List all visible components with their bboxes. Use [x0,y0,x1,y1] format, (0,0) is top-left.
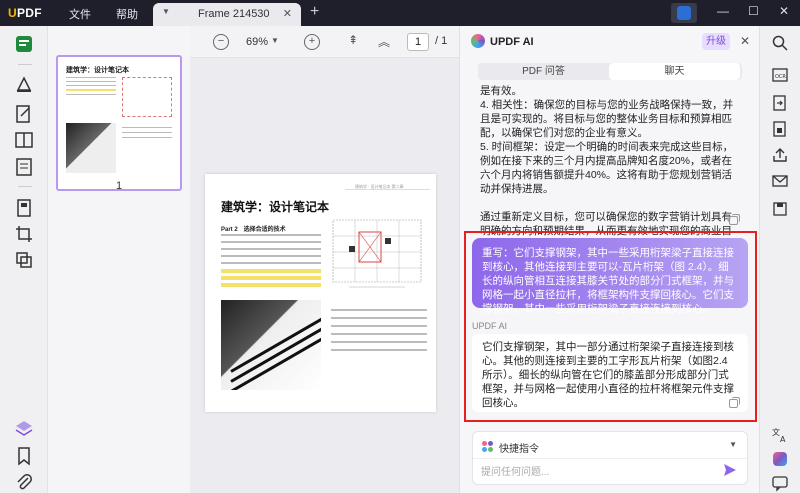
send-icon[interactable] [723,463,737,477]
new-tab-icon[interactable]: + [310,3,319,21]
view-toolbar: − 69% ▼ + ⇞ ︽ 1 / 1 [190,26,459,58]
left-toolbar [0,26,48,493]
svg-text:文: 文 [772,427,780,437]
zoom-in-button[interactable]: + [304,34,320,50]
page-text-block-2 [331,309,427,357]
ai-panel-header: UPDF AI 升级 ✕ [460,26,760,58]
zoom-dropdown-icon[interactable]: ▼ [271,36,279,45]
prompt-box: 快捷指令 ▼ [472,431,749,485]
maximize-icon[interactable]: ☐ [748,4,759,18]
previous-ai-response: 是有效。 4. 相关性：确保您的目标与您的业务战略保持一致，并且是可实现的。将目… [480,85,734,251]
ai-mode-tabs: PDF 问答 聊天 [478,63,742,80]
translate-icon[interactable]: 文A [771,426,789,444]
thumbnail-panel: 建筑学：设计笔记本 1 [48,26,190,493]
ai-panel: UPDF AI 升级 ✕ PDF 问答 聊天 是有效。 4. 相关性：确保您的目… [459,26,759,493]
first-page-icon[interactable]: ⇞ [348,33,358,47]
email-icon[interactable] [771,172,789,190]
building-photo [221,300,321,390]
quick-command-label[interactable]: 快捷指令 [499,440,539,455]
crop-icon[interactable] [14,224,34,244]
minimize-icon[interactable]: — [717,4,729,18]
reader-icon[interactable] [14,34,34,54]
document-viewer: − 69% ▼ + ⇞ ︽ 1 / 1 建筑学 · 设计笔记本 第二章 建筑学：… [190,26,459,493]
quick-command-icon [482,441,493,452]
svg-text:OCR: OCR [775,74,786,80]
close-window-icon[interactable]: ✕ [779,4,789,18]
tab-close-icon[interactable]: ✕ [283,7,292,20]
copy-icon[interactable] [729,214,740,225]
form-icon[interactable] [14,157,34,177]
page-total: / 1 [435,35,448,47]
search-icon[interactable] [771,34,789,52]
tab-dropdown-icon[interactable]: ▼ [162,7,170,16]
ai-panel-close-icon[interactable]: ✕ [740,34,750,48]
floor-plan-figure [332,219,422,288]
updf-ai-logo-icon [471,34,485,48]
right-toolbar: OCR 文A [759,26,800,493]
ai-panel-title: UPDF AI [490,36,534,48]
page-thumbnail[interactable]: 建筑学：设计笔记本 [56,55,182,191]
pdf-page[interactable]: 建筑学 · 设计笔记本 第二章 建筑学：设计笔记本 Part 2 选择合适的技术 [205,174,436,412]
zoom-level[interactable]: 69% [246,36,268,48]
convert-icon[interactable] [771,94,789,112]
app-logo: UPDF [8,6,42,20]
title-bar: UPDF 文件 帮助 ▼ Frame 214530 ✕ + — ☐ ✕ [0,0,800,26]
tab-chat[interactable]: 聊天 [609,63,740,80]
page-text-block [221,234,321,290]
tab-title: Frame 214530 [198,8,270,20]
comment-icon[interactable] [14,74,34,94]
page-layout-icon[interactable] [14,130,34,150]
updf-ai-icon[interactable] [771,450,789,468]
page-subtitle: Part 2 选择合适的技术 [221,227,286,233]
menu-file[interactable]: 文件 [69,6,91,22]
chat-icon[interactable] [771,474,789,492]
tools-icon[interactable] [14,250,34,270]
svg-text:A: A [780,435,786,444]
page-title: 建筑学：设计笔记本 [221,200,330,214]
highlight-box [464,231,757,422]
save-icon[interactable] [771,200,789,218]
quick-command-dropdown-icon[interactable]: ▼ [729,440,737,449]
zoom-out-button[interactable]: − [213,34,229,50]
bookmark-icon[interactable] [14,446,34,466]
ai-question-input[interactable] [481,464,711,480]
tab-pdf-qa[interactable]: PDF 问答 [478,63,609,80]
menu-help[interactable]: 帮助 [116,6,138,22]
ocr-icon[interactable]: OCR [771,66,789,84]
attachment-icon[interactable] [14,472,34,492]
thumbnail-page-number: 1 [115,180,123,192]
share-icon[interactable] [771,146,789,164]
protect-icon[interactable] [771,120,789,138]
organize-pages-icon[interactable] [14,198,34,218]
document-tab[interactable]: ▼ Frame 214530 ✕ [153,3,301,26]
avatar[interactable] [671,3,697,23]
page-number-input[interactable]: 1 [407,33,429,51]
edit-pdf-icon[interactable] [14,104,34,124]
layers-icon[interactable] [14,418,34,438]
thumbnail-title: 建筑学：设计笔记本 [66,67,129,74]
previous-page-icon[interactable]: ︽ [378,33,390,50]
upgrade-button[interactable]: 升级 [702,33,730,50]
